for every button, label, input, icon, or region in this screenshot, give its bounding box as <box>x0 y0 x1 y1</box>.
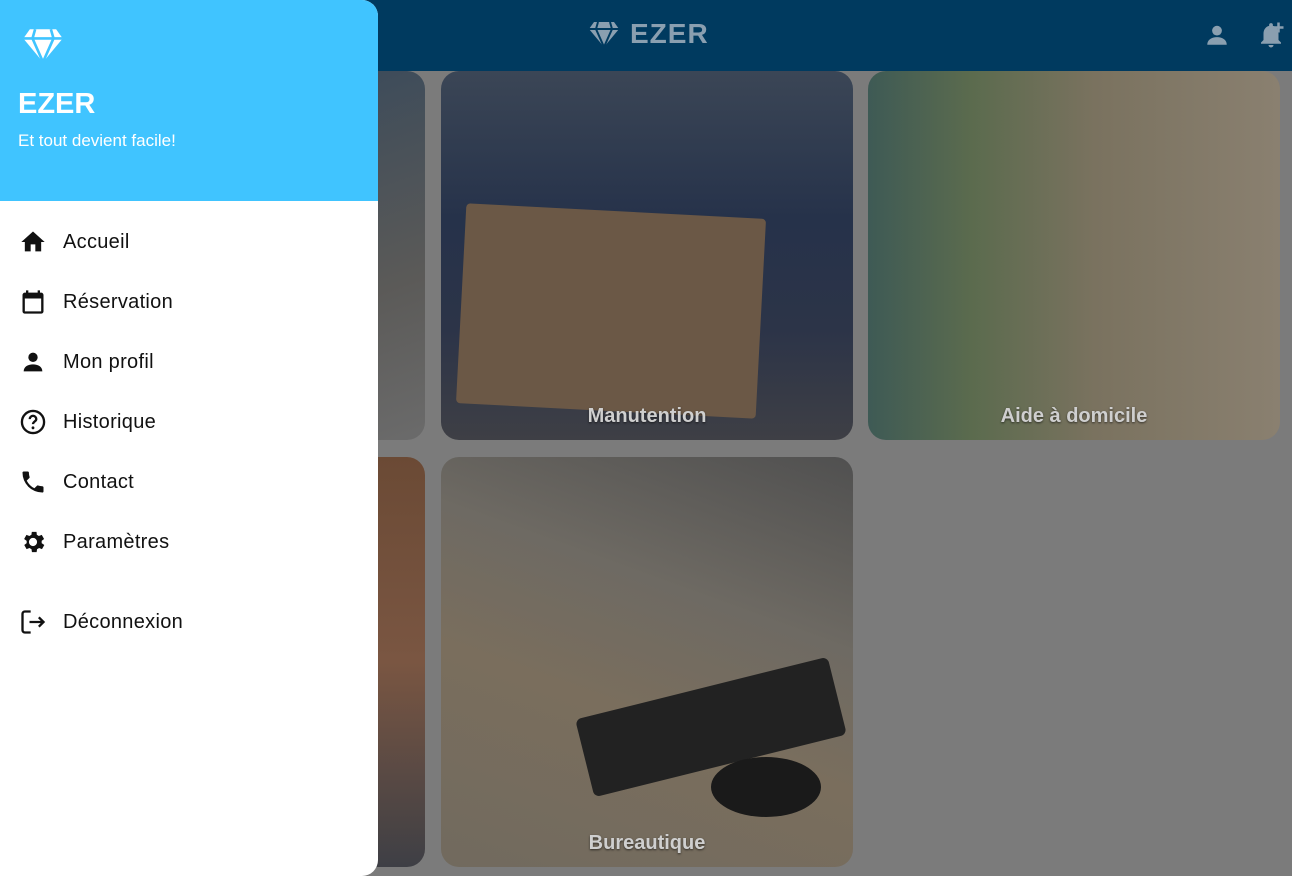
menu-item-accueil[interactable]: Accueil <box>0 212 378 272</box>
drawer-subtitle: Et tout devient facile! <box>18 131 176 150</box>
navigation-drawer: EZER Et tout devient facile! Accueil Rés… <box>0 0 378 876</box>
menu-item-label: Réservation <box>63 290 174 313</box>
person-icon <box>19 348 47 376</box>
menu-item-label: Historique <box>63 410 157 433</box>
menu-item-mon-profil[interactable]: Mon profil <box>0 332 378 392</box>
menu-item-label: Déconnexion <box>63 610 184 633</box>
drawer-menu: Accueil Réservation Mon profil Historiqu… <box>0 212 378 652</box>
home-icon <box>19 228 47 256</box>
drawer-header: EZER Et tout devient facile! <box>0 0 378 201</box>
help-circle-icon <box>19 408 47 436</box>
gear-icon <box>19 528 47 556</box>
menu-item-label: Contact <box>63 470 135 493</box>
menu-item-historique[interactable]: Historique <box>0 392 378 452</box>
menu-item-label: Paramètres <box>63 530 170 553</box>
menu-item-label: Mon profil <box>63 350 154 373</box>
calendar-icon <box>19 288 47 316</box>
drawer-title: EZER <box>18 88 96 120</box>
menu-item-deconnexion[interactable]: Déconnexion <box>0 592 378 652</box>
menu-item-parametres[interactable]: Paramètres <box>0 512 378 572</box>
diamond-icon <box>23 28 63 64</box>
logout-icon <box>19 608 47 636</box>
phone-icon <box>19 468 47 496</box>
menu-item-label: Accueil <box>63 230 130 253</box>
menu-item-reservation[interactable]: Réservation <box>0 272 378 332</box>
menu-item-contact[interactable]: Contact <box>0 452 378 512</box>
